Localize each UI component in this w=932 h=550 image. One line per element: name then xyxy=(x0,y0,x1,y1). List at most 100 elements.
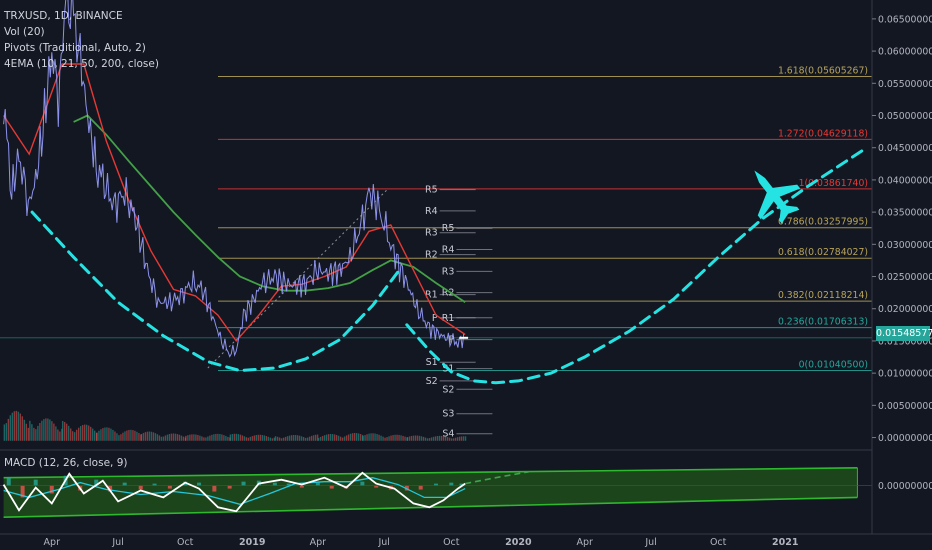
volume-bar xyxy=(267,436,270,441)
volume-bar xyxy=(370,433,372,441)
volume-bar xyxy=(304,437,307,441)
macd-histogram-bar xyxy=(227,485,232,489)
volume-bar xyxy=(29,420,31,441)
volume-bar xyxy=(73,432,76,441)
volume-bar xyxy=(249,436,252,441)
volume-bar xyxy=(402,435,404,441)
volume-bar xyxy=(85,424,88,441)
volume-bar xyxy=(89,426,92,441)
volume-bar xyxy=(259,434,262,441)
volume-bar xyxy=(296,435,299,441)
volume-bar xyxy=(39,422,41,441)
volume-bar xyxy=(191,434,193,441)
volume-bar xyxy=(273,437,276,441)
volume-bar xyxy=(282,437,285,441)
volume-bar xyxy=(128,429,130,441)
y-tick-label: 0.02000000 xyxy=(878,304,932,315)
volume-bar xyxy=(144,432,147,441)
volume-bar xyxy=(106,427,108,441)
volume-bar xyxy=(284,436,287,441)
volume-bar xyxy=(118,435,120,441)
volume-bar xyxy=(45,418,47,441)
volume-bar xyxy=(116,433,118,441)
fib-level-label: 0.382(0.02118214) xyxy=(778,290,868,301)
ema-indicator-label[interactable]: 4EMA (10, 21, 50, 200, close) xyxy=(4,56,159,72)
volume-bar xyxy=(162,436,165,441)
volume-bar xyxy=(27,427,30,441)
fib-level-label: 0.236(0.01706313) xyxy=(778,317,868,328)
volume-bar xyxy=(31,424,33,441)
macd-histogram-bar xyxy=(449,482,454,486)
pivots-indicator-label[interactable]: Pivots (Traditional, Auto, 2) xyxy=(4,40,159,56)
chart-legend: TRXUSD, 1D, BINANCE Vol (20) Pivots (Tra… xyxy=(4,8,159,72)
volume-bar xyxy=(278,437,281,441)
volume-bar xyxy=(51,421,53,441)
volume-bar xyxy=(450,438,453,441)
volume-bar xyxy=(366,434,368,441)
volume-bar xyxy=(170,433,173,441)
volume-bar xyxy=(255,435,258,441)
volume-bar xyxy=(67,425,70,441)
volume-bar xyxy=(446,437,449,441)
volume-bar xyxy=(420,436,423,441)
volume-bar xyxy=(180,435,183,441)
volume-bar xyxy=(33,427,35,441)
volume-bar xyxy=(343,436,346,441)
pivot-level-label: R4 xyxy=(425,206,438,217)
volume-bar xyxy=(96,432,98,441)
volume-bar xyxy=(122,432,124,441)
y-tick-label: 0.00500000 xyxy=(878,401,932,412)
volume-bar xyxy=(243,436,246,441)
volume-bar xyxy=(239,434,242,441)
volume-bar xyxy=(263,435,266,441)
x-tick-label: Apr xyxy=(577,537,594,548)
macd-histogram-bar xyxy=(122,482,127,486)
volume-bar xyxy=(416,435,419,441)
volume-bar xyxy=(298,435,301,441)
volume-bar xyxy=(345,435,348,441)
macd-indicator-label[interactable]: MACD (12, 26, close, 9) xyxy=(4,457,127,469)
volume-bar xyxy=(19,413,22,441)
symbol-label[interactable]: TRXUSD, 1D, BINANCE xyxy=(4,8,159,24)
volume-bar xyxy=(235,433,238,441)
volume-bar xyxy=(49,419,51,441)
volume-bar xyxy=(69,428,72,441)
volume-bar xyxy=(187,435,189,441)
volume-bar xyxy=(436,436,439,441)
y-tick-label: 0.06000000 xyxy=(878,47,932,58)
x-tick-label: Jul xyxy=(111,537,123,548)
volume-bar xyxy=(440,435,443,441)
volume-bar xyxy=(448,437,451,441)
volume-bar xyxy=(207,436,209,441)
volume-bar xyxy=(432,436,435,441)
volume-bar xyxy=(408,436,411,441)
volume-bar xyxy=(227,436,229,441)
volume-bar xyxy=(312,435,315,441)
x-tick-label: Jul xyxy=(377,537,389,548)
volume-bar xyxy=(203,437,205,441)
volume-bar xyxy=(237,434,240,441)
volume-bar xyxy=(140,434,143,441)
chart-canvas[interactable]: 1.618(0.05605267)1.272(0.04629118)1(0.03… xyxy=(0,0,932,550)
vol-indicator-label[interactable]: Vol (20) xyxy=(4,24,159,40)
x-tick-label: Jul xyxy=(644,537,656,548)
fib-level-label: 0.786(0.03257995) xyxy=(778,217,868,228)
y-tick-label: 0.02500000 xyxy=(878,272,932,283)
volume-bar xyxy=(112,429,114,441)
last-price-tag: 0.01548577 xyxy=(876,326,932,341)
volume-bar xyxy=(274,436,277,441)
y-tick-label: 0.05000000 xyxy=(878,111,932,122)
volume-bar xyxy=(310,435,313,441)
volume-bar xyxy=(265,436,268,441)
volume-bar xyxy=(414,435,417,441)
volume-bar xyxy=(53,423,55,441)
volume-bar xyxy=(213,434,215,441)
volume-bar xyxy=(126,430,128,441)
volume-bar xyxy=(195,434,197,441)
macd-histogram-bar xyxy=(197,482,202,486)
volume-bar xyxy=(323,435,326,441)
volume-bar xyxy=(368,433,370,441)
x-tick-label: 2021 xyxy=(772,537,798,548)
volume-bar xyxy=(292,434,295,441)
y-tick-label: 0.04500000 xyxy=(878,143,932,154)
